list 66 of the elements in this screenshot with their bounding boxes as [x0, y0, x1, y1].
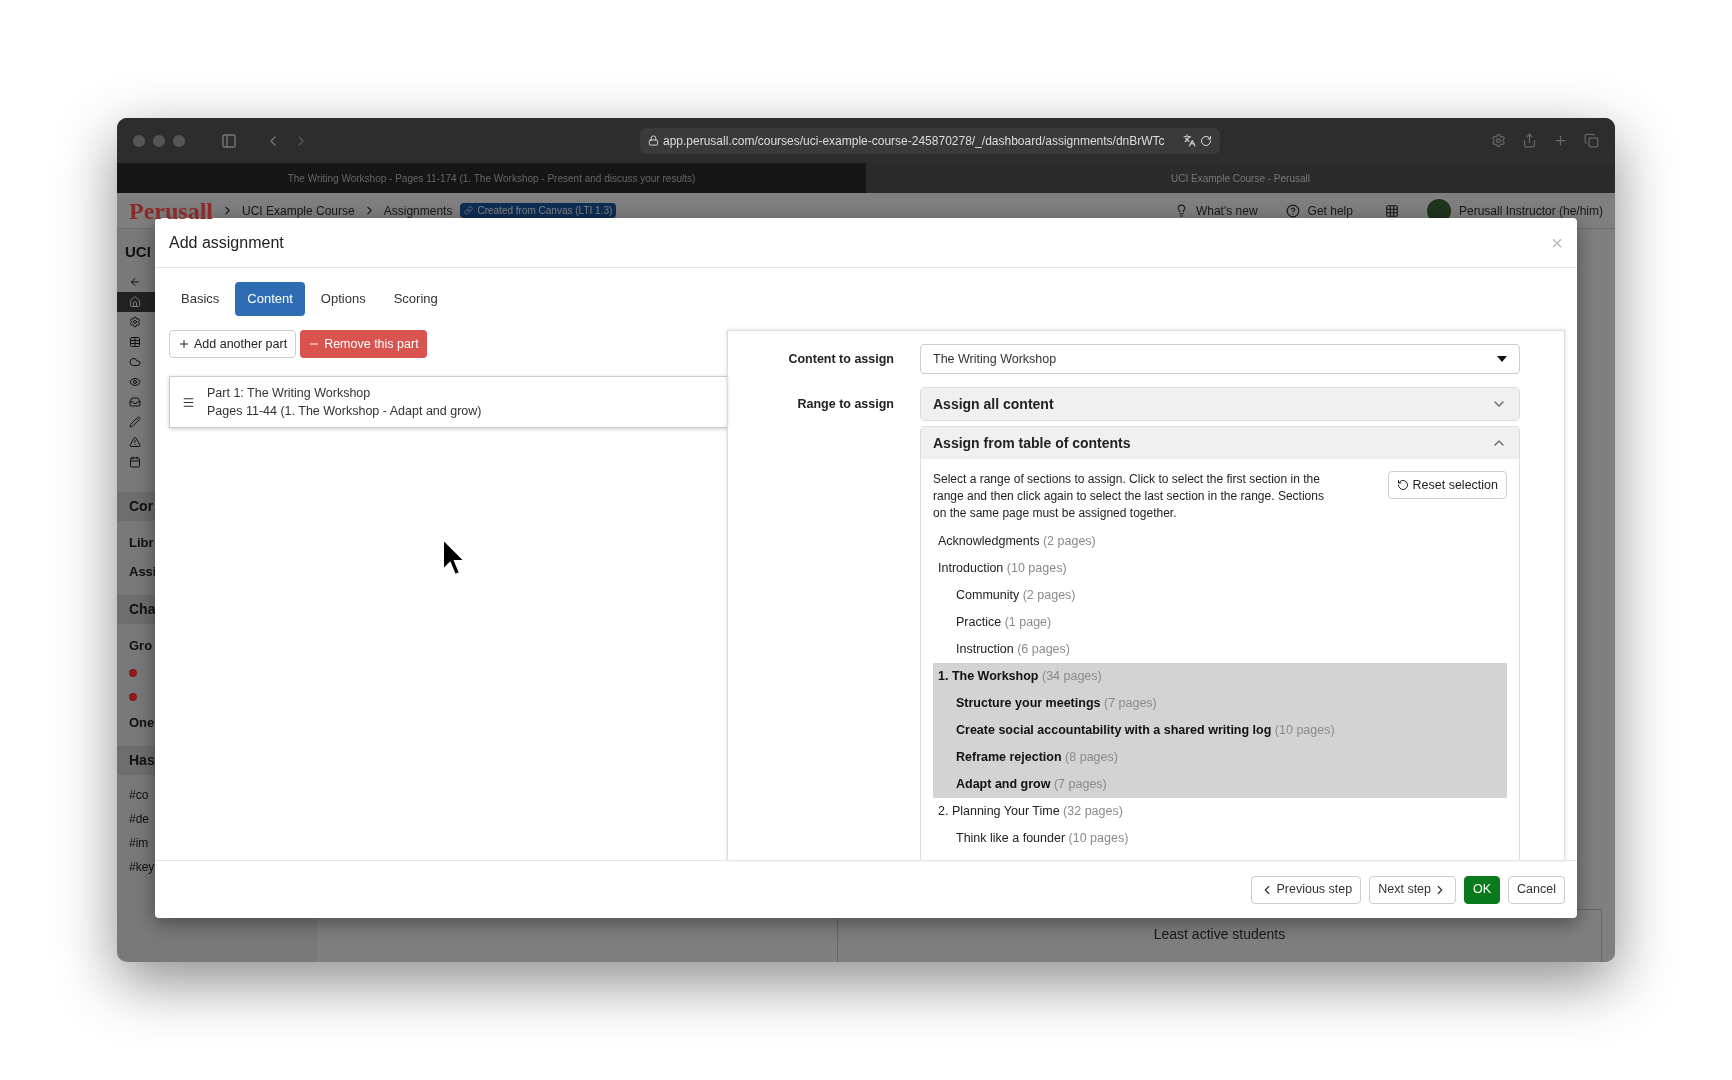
breadcrumb-link[interactable]: UCI Example Course [242, 201, 355, 220]
url-text: app.perusall.com/courses/uci-example-course-245870278/_/dashboard/assignments/dnBrWTc [663, 132, 1165, 150]
reset-selection-button[interactable]: Reset selection [1387, 471, 1507, 499]
reset-icon [1396, 479, 1409, 491]
toc-item[interactable]: Structure your meetings (7 pages) [933, 690, 1507, 717]
tab[interactable]: Scoring [381, 282, 450, 316]
toc-item[interactable]: Community (2 pages) [933, 582, 1507, 609]
drag-handle-icon[interactable] [182, 395, 195, 409]
content-select[interactable]: The Writing Workshop [920, 344, 1520, 374]
part-title: Part 1: The Writing Workshop [207, 385, 372, 402]
remove-part-button[interactable]: Remove this part [300, 330, 427, 358]
footer-button[interactable]: Next step [1369, 875, 1456, 904]
toc-item[interactable]: Create social accountability with a shared writing log (10 pages) [933, 717, 1507, 744]
toc-item[interactable]: Introduction (10 pages) [933, 555, 1507, 582]
apps-grid-icon[interactable] [1384, 203, 1399, 218]
nav-icon[interactable] [129, 315, 141, 328]
toc-item[interactable]: Think like a founder (10 pages) [933, 825, 1507, 852]
nav-icon[interactable] [129, 415, 141, 428]
user-menu[interactable]: Perusall Instructor (he/him) [1458, 201, 1603, 220]
nav-icon[interactable] [129, 455, 141, 468]
address-bar[interactable]: app.perusall.com/courses/uci-example-course-245870278/_/dashboard/assignments/dnBrWTc [640, 127, 1220, 154]
toc-item[interactable]: 1. The Workshop (34 pages) [933, 663, 1507, 690]
instructions-text: Select a range of sections to assign. Click to select the first section in the range and then click again to select the last section in the range. Sections on the same page must be assigned together. [933, 471, 1325, 522]
settings-icon[interactable] [1491, 133, 1506, 148]
toc-item[interactable]: Acknowledgments (2 pages) [933, 528, 1507, 555]
add-part-button[interactable]: Add another part [169, 330, 297, 358]
modal-title: Add assignment [169, 232, 284, 253]
toc-item[interactable]: Practice (1 page) [933, 609, 1507, 636]
panel-heading: Least active students [1152, 925, 1287, 944]
accordion-header[interactable]: Assign all content [921, 388, 1519, 420]
nav-icon[interactable] [129, 375, 141, 388]
accordion-header[interactable]: Assign from table of contents [921, 427, 1519, 459]
nav-icon[interactable] [129, 435, 141, 448]
part-card[interactable]: Part 1: The Writing Workshop Pages 11-44 (1. The Workshop - Adapt and grow) [169, 376, 727, 428]
whats-new-link[interactable]: What's new [1195, 201, 1258, 220]
reload-icon[interactable] [1200, 134, 1212, 147]
translate-icon[interactable] [1183, 134, 1196, 147]
nav-icon[interactable] [129, 335, 141, 348]
breadcrumb-link[interactable]: Assignments [383, 201, 453, 220]
tabs-overview-icon[interactable] [1584, 133, 1599, 148]
lti-badge: Created from Canvas (LTI 1.3) [460, 203, 617, 218]
course-title: UCI [125, 243, 151, 260]
nav-icon[interactable] [129, 395, 141, 408]
lock-icon [648, 135, 659, 146]
new-tab-icon[interactable] [1553, 133, 1568, 148]
help-icon [1285, 203, 1300, 218]
plus-icon [178, 338, 190, 350]
tab[interactable]: Basics [169, 282, 232, 316]
footer-button[interactable]: Previous step [1251, 875, 1362, 904]
footer-button[interactable]: Cancel [1508, 875, 1565, 904]
get-help-link[interactable]: Get help [1307, 201, 1353, 220]
field-label: Range to assign [796, 396, 895, 413]
toc-item[interactable]: Adapt and grow (7 pages) [933, 771, 1507, 798]
nav-icon[interactable] [129, 275, 141, 288]
toc-item[interactable]: Instruction (6 pages) [933, 636, 1507, 663]
ok-button[interactable]: OK [1464, 875, 1501, 904]
nav-icon[interactable] [129, 355, 141, 368]
toc-item[interactable]: 2. Planning Your Time (32 pages) [933, 798, 1507, 825]
toc-item[interactable]: Reframe rejection (8 pages) [933, 744, 1507, 771]
tab[interactable]: Options [308, 282, 378, 316]
tab[interactable]: Content [235, 282, 305, 316]
part-pages: Pages 11-44 (1. The Workshop - Adapt and grow) [207, 403, 482, 420]
share-icon[interactable] [1522, 133, 1537, 148]
dropdown-triangle-icon [1497, 356, 1507, 362]
sidebar-toggle-icon[interactable] [221, 132, 237, 149]
field-label: Content to assign [787, 350, 895, 368]
